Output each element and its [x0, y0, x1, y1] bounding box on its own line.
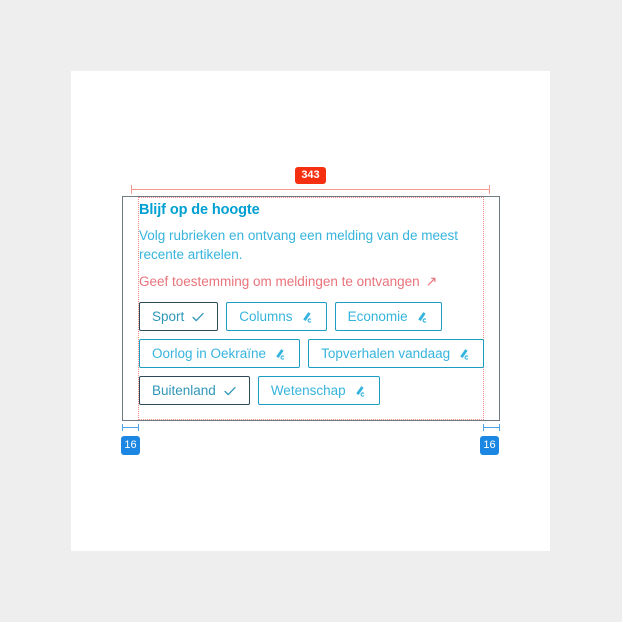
topic-chip-columns[interactable]: Columns	[226, 302, 327, 331]
chip-label: Topverhalen vandaag	[321, 345, 451, 361]
permission-link[interactable]: Geef toestemming om meldingen te ontvang…	[139, 273, 437, 291]
check-icon	[191, 310, 205, 324]
chip-row: Oorlog in Oekraïne Topverhalen vandaag	[139, 339, 485, 368]
bell-icon	[353, 384, 367, 398]
topic-chip-wetenschap[interactable]: Wetenschap	[257, 376, 380, 405]
chip-row: Buitenland Wetenschap	[139, 376, 483, 405]
bell-icon	[415, 310, 429, 324]
arrow-up-right-icon: ↗	[425, 273, 438, 289]
check-icon	[223, 384, 237, 398]
permission-link-label: Geef toestemming om meldingen te ontvang…	[139, 274, 420, 289]
chip-label: Economie	[347, 308, 408, 324]
chip-label: Oorlog in Oekraïne	[152, 345, 267, 361]
padding-measure-badge-left: 16	[121, 436, 140, 455]
topic-chip-sport[interactable]: Sport	[139, 302, 219, 331]
card-body-text: Volg rubrieken en ontvang een melding va…	[139, 228, 458, 262]
chip-label: Buitenland	[152, 382, 216, 398]
topic-chip-oorlog-in-oekraine[interactable]: Oorlog in Oekraïne	[139, 339, 301, 368]
bell-icon	[273, 347, 287, 361]
topic-chip-buitenland[interactable]: Buitenland	[139, 376, 250, 405]
width-measure-line	[131, 185, 490, 194]
padding-measure-line-left	[122, 424, 139, 431]
chip-row: Sport Columns Economie	[139, 302, 483, 331]
chip-label: Columns	[239, 308, 293, 324]
topic-chip-economie[interactable]: Economie	[334, 302, 442, 331]
card-content: Blijf op de hoogte Volg rubrieken en ont…	[139, 200, 485, 405]
padding-measure-line-right	[483, 424, 500, 431]
topic-chip-list: Sport Columns Economie Oorlog in Oekraïn…	[139, 302, 485, 405]
chip-label: Wetenschap	[270, 382, 346, 398]
padding-measure-badge-right: 16	[480, 436, 499, 455]
design-inspector-screen: Blijf op de hoogte Volg rubrieken en ont…	[0, 0, 622, 622]
topic-chip-topverhalen-vandaag[interactable]: Topverhalen vandaag	[308, 339, 485, 368]
chip-label: Sport	[152, 308, 185, 324]
width-measure-badge: 343	[295, 167, 326, 184]
bell-icon	[457, 347, 471, 361]
bell-icon	[300, 310, 314, 324]
card-title: Blijf op de hoogte	[139, 202, 260, 218]
